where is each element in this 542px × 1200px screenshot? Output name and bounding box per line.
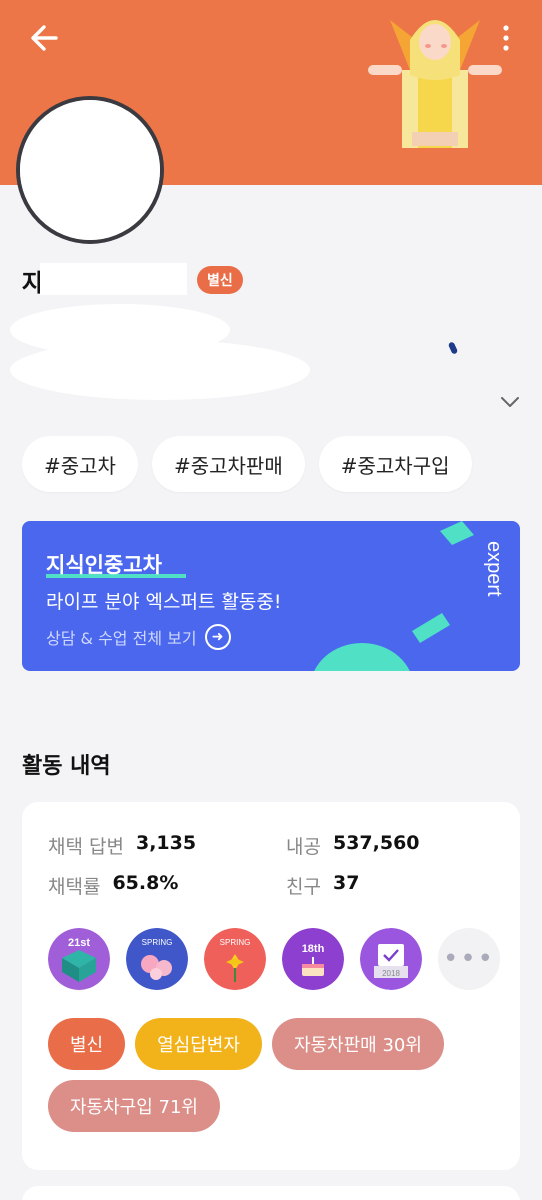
expert-view-all-link[interactable]: 상담 & 수업 전체 보기 ➜: [46, 624, 231, 650]
18th-birthday-cake-badge-icon[interactable]: 18th: [282, 928, 344, 990]
arrow-left-icon: [31, 25, 58, 51]
achievement-badges: 21st SPRING SPRING 18th 2018 •••: [48, 928, 500, 990]
badge-text: 2018: [382, 969, 400, 978]
expert-link-text: 상담 & 수업 전체 보기: [46, 629, 197, 648]
vertical-dots-icon: [503, 25, 509, 51]
profile-name-row: 자 별신: [22, 262, 243, 298]
stat-label: 내공: [286, 836, 321, 858]
chevron-down-icon: [501, 397, 519, 407]
badge-text: SPRING: [220, 938, 251, 947]
stat-label: 채택 답변: [48, 836, 124, 858]
stat-value: 3,135: [135, 832, 197, 854]
spring-blossom-badge-icon[interactable]: SPRING: [126, 928, 188, 990]
rank-pill: 자동차판매 30위: [271, 1018, 444, 1070]
name-redaction: [40, 262, 187, 295]
rank-pill: 자동차구입 71위: [48, 1080, 220, 1132]
stat-value: 537,560: [332, 832, 420, 854]
stat-points: 내공 537,560: [286, 832, 420, 859]
profile-name: 자: [22, 262, 187, 298]
expand-bio-button[interactable]: [496, 388, 524, 416]
angel-character-illustration: [368, 20, 502, 148]
next-section-card: [22, 1186, 520, 1200]
tag-used-car[interactable]: #중고차: [22, 436, 138, 492]
2018-ballot-box-badge-icon[interactable]: 2018: [360, 928, 422, 990]
badge-text: 18th: [302, 943, 325, 955]
more-options-button[interactable]: [496, 20, 516, 56]
interest-tags: #중고차 #중고차판매 #중고차구입: [22, 436, 472, 492]
stat-value: 65.8%: [112, 872, 179, 894]
stat-friends: 친구 37: [286, 872, 359, 899]
expert-subtitle: 라이프 분야 엑스퍼트 활동중!: [46, 591, 282, 613]
avatar-redaction: [20, 100, 160, 240]
activity-section-title: 활동 내역: [22, 754, 111, 779]
activity-card: 채택 답변 3,135 내공 537,560 채택률 65.8% 친구 37 2…: [22, 802, 520, 1170]
badge-text: 21st: [68, 937, 90, 949]
stat-label: 채택률: [48, 876, 101, 898]
avatar[interactable]: [16, 96, 164, 244]
expert-side-label: expert: [483, 541, 505, 597]
more-badges-button[interactable]: •••: [438, 928, 500, 990]
expert-side-text: expert: [483, 541, 505, 597]
21st-anniversary-badge-icon[interactable]: 21st: [48, 928, 110, 990]
tag-used-car-sale[interactable]: #중고차판매: [151, 436, 305, 492]
back-button[interactable]: [26, 18, 66, 58]
stat-accepted-answers: 채택 답변 3,135: [48, 832, 196, 859]
expert-title: 지식인중고차: [46, 553, 162, 577]
stat-label: 친구: [286, 876, 321, 898]
spring-forsythia-badge-icon[interactable]: SPRING: [204, 928, 266, 990]
stat-value: 37: [332, 872, 360, 894]
bio-mark: [447, 341, 459, 355]
rank-badges: 별신 열심답변자 자동차판매 30위 자동차구입 71위: [48, 1018, 498, 1132]
tag-used-car-purchase[interactable]: #중고차구입: [318, 436, 472, 492]
bio-redaction: [10, 304, 310, 400]
rank-pill: 별신: [48, 1018, 126, 1070]
stat-acceptance-rate: 채택률 65.8%: [48, 872, 178, 899]
expert-banner[interactable]: 지식인중고차 라이프 분야 엑스퍼트 활동중! 상담 & 수업 전체 보기 ➜ …: [22, 521, 520, 671]
level-badge: 별신: [197, 266, 243, 294]
horizontal-dots-icon: •••: [442, 944, 495, 974]
arrow-right-circle-icon: ➜: [204, 624, 231, 650]
badge-text: SPRING: [142, 938, 173, 947]
rank-pill: 열심답변자: [135, 1018, 262, 1070]
